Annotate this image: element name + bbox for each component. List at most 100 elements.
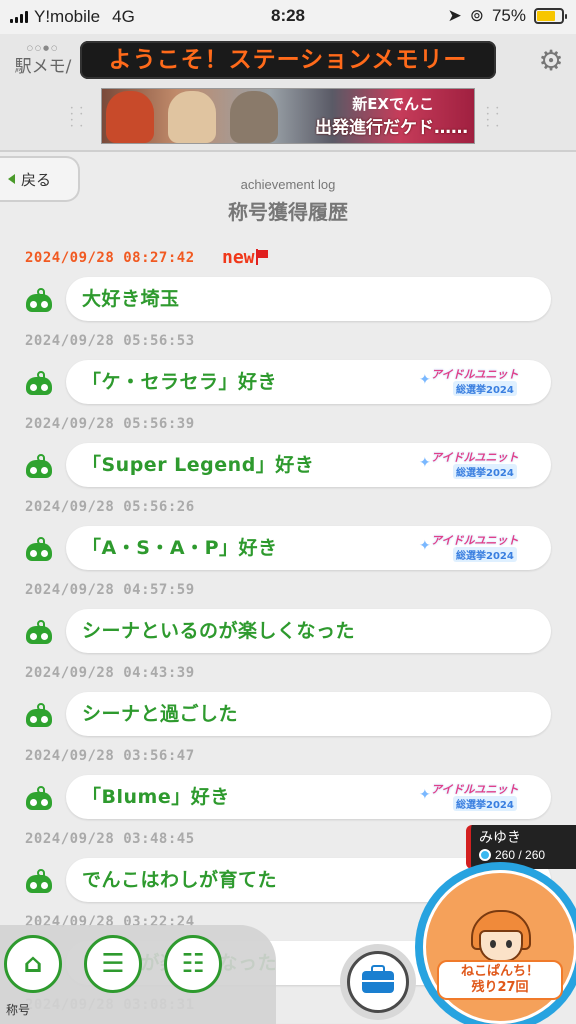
badge-line1: アイドルユニット <box>431 368 519 381</box>
entry-timestamp: 2024/09/28 05:56:53 <box>25 333 195 349</box>
bottom-nav: ⌂ ☰ ☷ 称号 <box>0 925 276 1024</box>
player-hp: 260 / 260 <box>479 848 545 862</box>
star-icon: ✦ <box>419 538 431 554</box>
entry-timestamp: 2024/09/28 05:56:26 <box>25 499 195 515</box>
new-label: new <box>222 247 255 268</box>
achievement-title-card[interactable]: シーナといるのが楽しくなった <box>66 609 551 653</box>
battery-percent: 75% <box>491 6 526 25</box>
entry-timestamp: 2024/09/28 05:56:39 <box>25 416 195 432</box>
neko-punch-label: ねこぱんち！ 残り27回 <box>437 960 563 1000</box>
achievement-title: 「ケ・セラセラ」好き <box>82 371 278 393</box>
banner-characters <box>106 91 278 143</box>
sprout-character-icon <box>26 786 54 810</box>
neko-punch-inner: ねこぱんち！ 残り27回 <box>423 870 576 1024</box>
briefcase-icon <box>362 965 394 993</box>
current-section-label: 称号 <box>6 1003 31 1017</box>
hp-icon <box>479 849 491 861</box>
star-icon: ✦ <box>419 455 431 471</box>
gear-icon[interactable]: ⚙ <box>536 46 566 76</box>
app-logo[interactable]: ○○●○ 駅メモ/ <box>14 44 72 88</box>
location-icon: ➤ <box>447 6 462 25</box>
character-face-icon <box>471 910 531 964</box>
neko-punch-line1: ねこぱんち！ <box>460 964 539 979</box>
achievement-title: でんこはわしが育てた <box>82 869 278 891</box>
achievement-title-card[interactable]: 「Super Legend」好き ✦ アイドルユニット 総選挙2024 <box>66 443 551 487</box>
event-banner[interactable]: 新EXでんこ 出発進行だケド…… <box>101 88 475 144</box>
achievement-title: シーナといるのが楽しくなった <box>82 620 356 642</box>
logo-dots: ○○●○ <box>26 44 60 52</box>
banner-line2: 出発進行だケド…… <box>315 118 468 138</box>
entry-timestamp: 2024/09/28 04:57:59 <box>25 582 195 598</box>
page-subtitle: achievement log <box>240 177 336 192</box>
achievement-title-card[interactable]: 「ケ・セラセラ」好き ✦ アイドルユニット 総選挙2024 <box>66 360 551 404</box>
achievement-title: シーナと過ごした <box>82 703 239 725</box>
player-hp-value: 260 / 260 <box>495 848 546 862</box>
achievement-title-card[interactable]: 大好き埼玉 <box>66 277 551 321</box>
log-entry[interactable]: 2024/09/28 05:56:53 「ケ・セラセラ」好き ✦ アイドルユニット 総選… <box>0 323 576 406</box>
badge-line1: アイドルユニット <box>431 451 519 464</box>
neko-punch-remaining: 残り27回 <box>471 980 529 995</box>
idol-unit-election-badge: ✦ アイドルユニット 総選挙2024 <box>419 532 529 564</box>
log-entry[interactable]: 2024/09/28 08:27:42 new 大好き埼玉 <box>0 240 576 323</box>
status-right: ➤ ⊚ 75% <box>447 6 567 26</box>
sprout-character-icon <box>26 537 54 561</box>
train-list-icon: ☷ <box>181 949 205 979</box>
item-bag-circle <box>347 951 409 1013</box>
denko-list-button[interactable]: ☰ <box>84 935 142 993</box>
character-eye <box>490 940 496 948</box>
sprout-character-icon <box>26 869 54 893</box>
welcome-marquee: ようこそ！ステーションメモリー <box>80 41 496 79</box>
achievement-title: 「Super Legend」好き <box>82 454 315 476</box>
idol-unit-election-badge: ✦ アイドルユニット 総選挙2024 <box>419 781 529 813</box>
sprout-character-icon <box>26 454 54 478</box>
achievement-title-card[interactable]: 「A・S・A・P」好き ✦ アイドルユニット 総選挙2024 <box>66 526 551 570</box>
achievement-title-card[interactable]: 「Blume」好き ✦ アイドルユニット 総選挙2024 <box>66 775 551 819</box>
sprout-character-icon <box>26 288 54 312</box>
achievement-title: 「A・S・A・P」好き <box>82 537 278 559</box>
entry-timestamp: 2024/09/28 03:48:45 <box>25 831 195 847</box>
app-header: ○○●○ 駅メモ/ ようこそ！ステーションメモリー ⚙ • • • • • • • … <box>0 34 576 152</box>
home-button[interactable]: ⌂ <box>4 935 62 993</box>
new-tag: new <box>222 247 269 268</box>
badge-line1: アイドルユニット <box>431 534 519 547</box>
flag-icon <box>255 249 269 265</box>
achievement-title: 「Blume」好き <box>82 786 230 808</box>
rotation-lock-icon: ⊚ <box>469 6 484 25</box>
badge-line1: アイドルユニット <box>431 783 519 796</box>
speaker-dots-left: • • • • • • • <box>70 105 85 130</box>
sprout-character-icon <box>26 371 54 395</box>
battery-icon <box>534 8 567 24</box>
banner-line1: 新EXでんこ <box>352 95 434 113</box>
station-list-button[interactable]: ☷ <box>164 935 222 993</box>
character-skin <box>479 930 523 962</box>
battery-fill <box>537 11 555 21</box>
log-entry[interactable]: 2024/09/28 03:56:47 「Blume」好き ✦ アイドルユニット 総選挙… <box>0 738 576 821</box>
log-entry[interactable]: 2024/09/28 04:57:59 シーナといるのが楽しくなった <box>0 572 576 655</box>
achievement-title-card[interactable]: シーナと過ごした <box>66 692 551 736</box>
character-portrait <box>168 91 216 143</box>
log-entry[interactable]: 2024/09/28 05:56:26 「A・S・A・P」好き ✦ アイドルユニット総… <box>0 489 576 572</box>
item-bag-button[interactable] <box>340 944 416 1020</box>
sprout-character-icon <box>26 620 54 644</box>
log-entry[interactable]: 2024/09/28 05:56:39 「Super Legend」好き ✦ アイドル… <box>0 406 576 489</box>
player-name: みゆき <box>479 830 521 846</box>
star-icon: ✦ <box>419 372 431 388</box>
character-portrait <box>106 91 154 143</box>
character-portrait <box>230 91 278 143</box>
achievement-title: 大好き埼玉 <box>82 288 180 310</box>
log-entry[interactable]: 2024/09/28 04:43:39 シーナと過ごした <box>0 655 576 738</box>
entry-timestamp: 2024/09/28 03:56:47 <box>25 748 195 764</box>
badge-line2: 総選挙2024 <box>453 464 517 479</box>
badge-line2: 総選挙2024 <box>453 381 517 396</box>
page-title: 称号獲得履歴 <box>228 200 348 224</box>
idol-unit-election-badge: ✦ アイドルユニット 総選挙2024 <box>419 449 529 481</box>
character-eye <box>506 940 512 948</box>
badge-line2: 総選挙2024 <box>453 547 517 562</box>
player-card[interactable]: みゆき 260 / 260 <box>466 825 576 869</box>
entry-timestamp: 2024/09/28 04:43:39 <box>25 665 195 681</box>
star-icon: ✦ <box>419 787 431 803</box>
speaker-dots-right: • • • • • • • <box>486 105 501 130</box>
neko-punch-button[interactable]: ねこぱんち！ 残り27回 <box>415 862 576 1024</box>
entry-timestamp: 2024/09/28 08:27:42 <box>25 250 195 266</box>
status-bar: Y!mobile 4G 8:28 ➤ ⊚ 75% <box>0 0 576 34</box>
